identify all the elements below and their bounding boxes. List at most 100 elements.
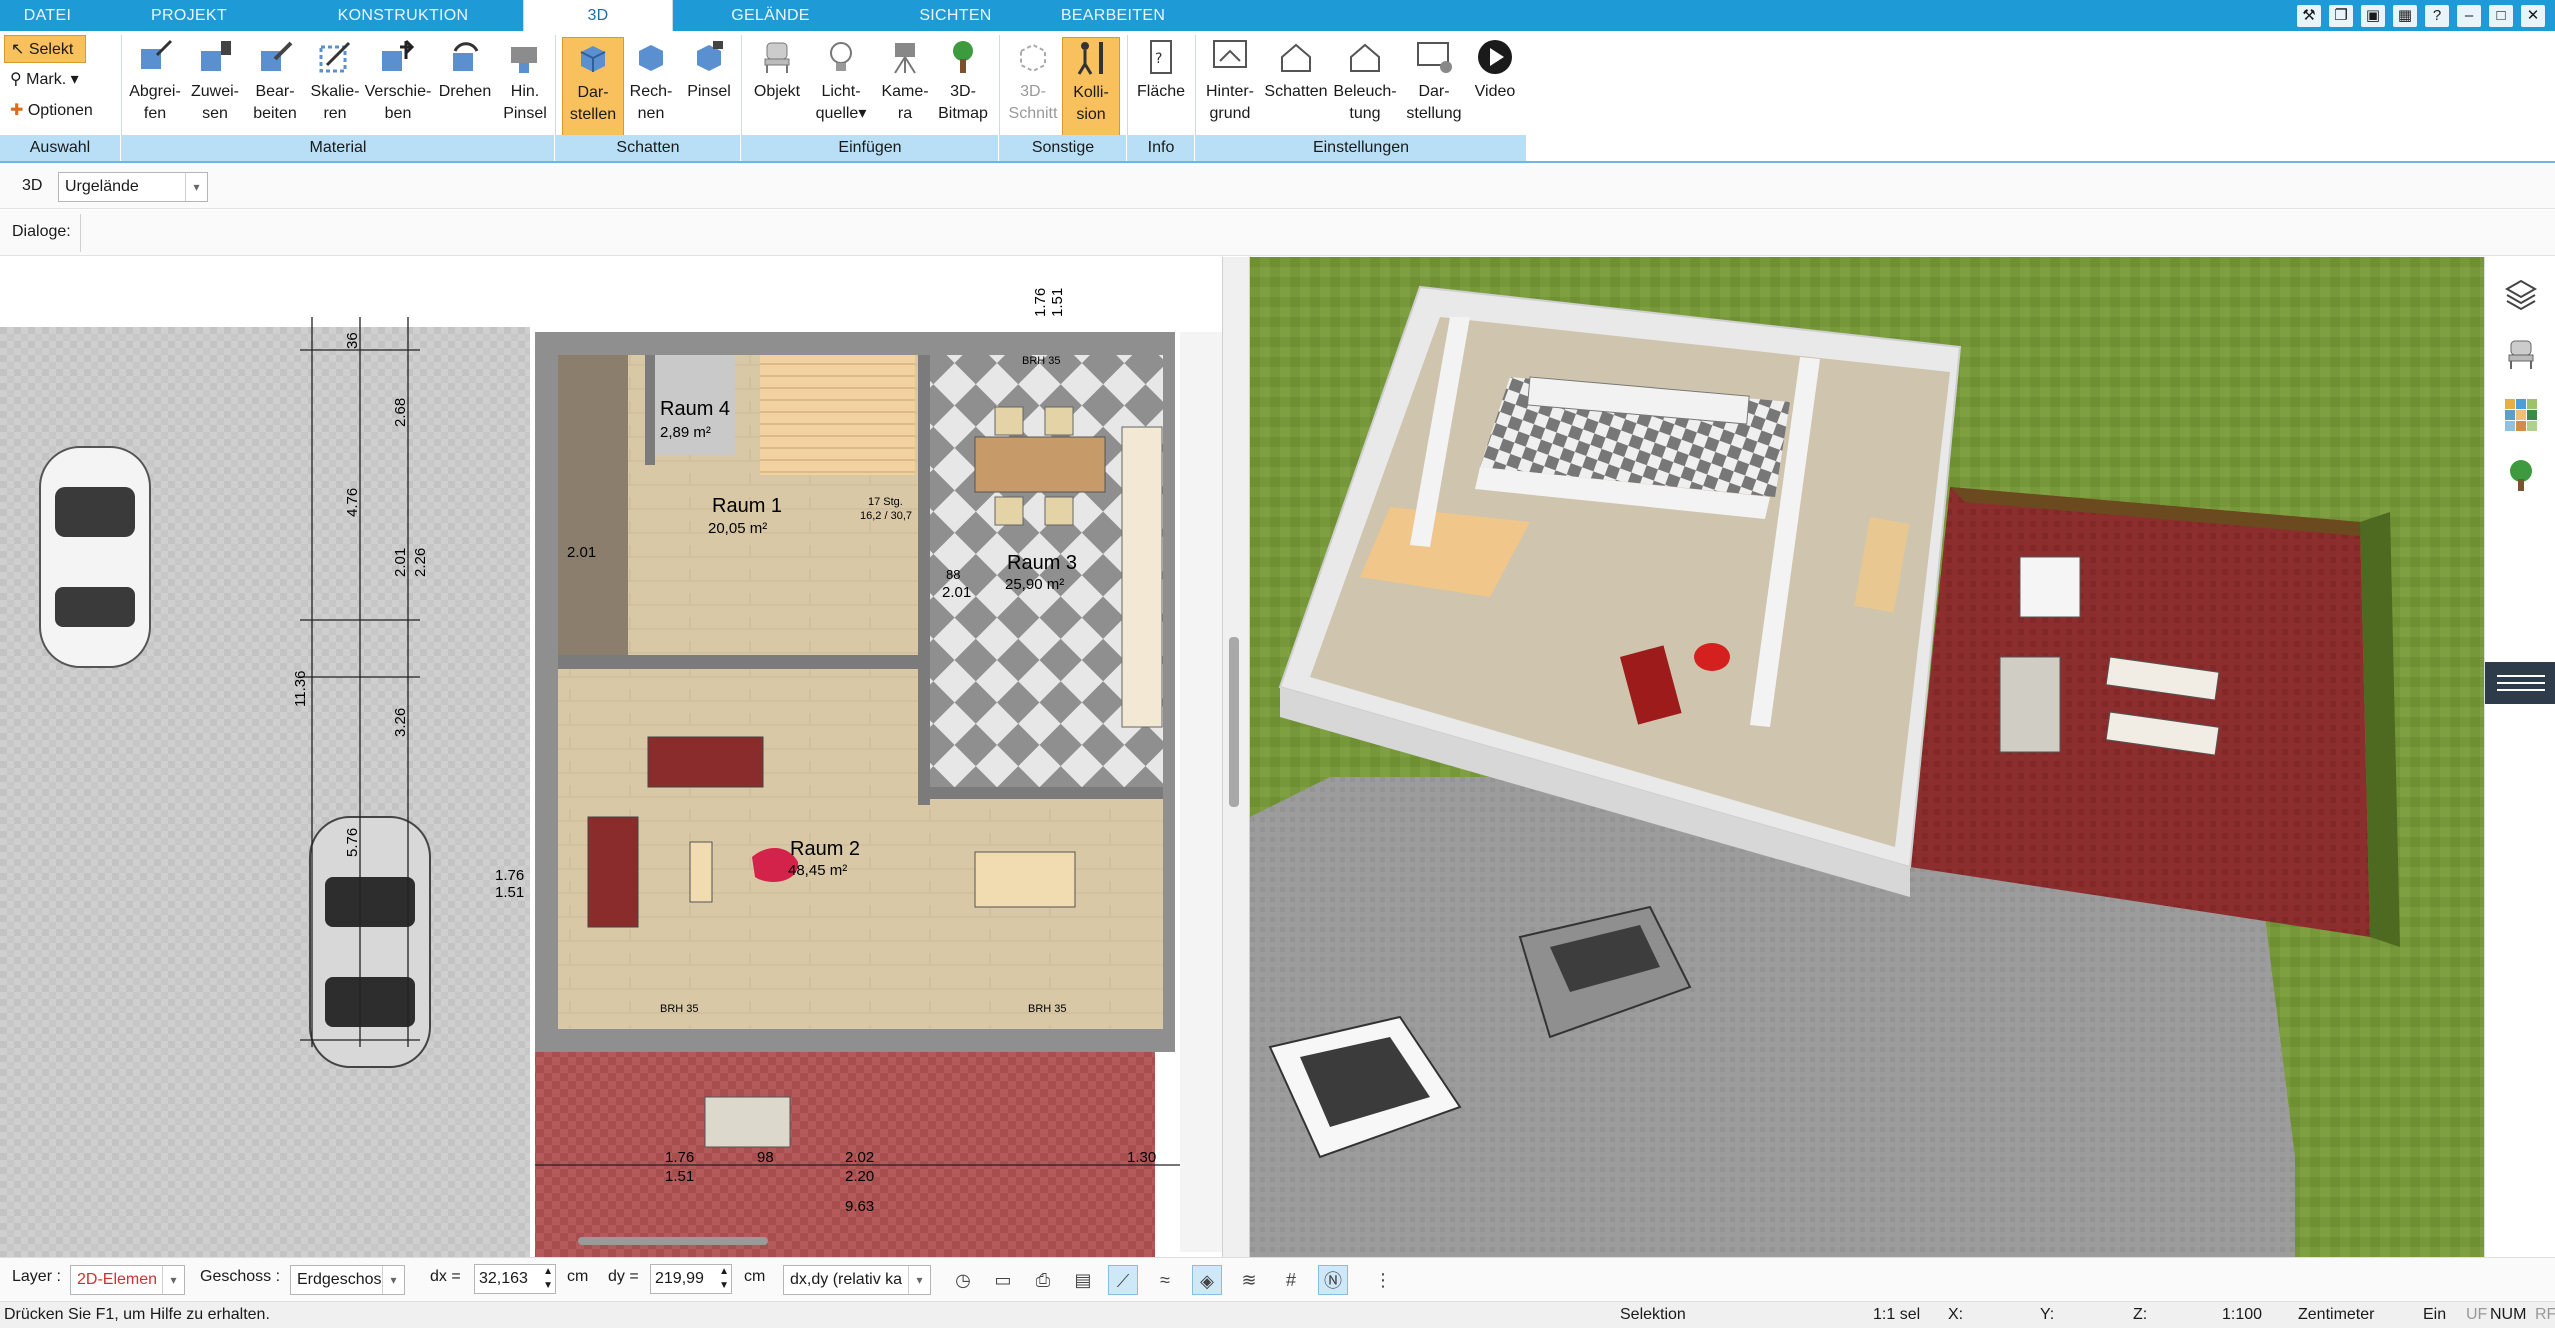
material-palette-icon[interactable]: [2503, 397, 2539, 433]
dining-table[interactable]: [974, 436, 1106, 493]
more-icon[interactable]: ⋮: [1368, 1265, 1398, 1295]
plant-strip: [1180, 332, 1222, 1252]
lighting-button[interactable]: Beleuch-tung: [1330, 37, 1400, 141]
restore-icon[interactable]: ▣: [2361, 4, 2385, 27]
copy-icon[interactable]: ❐: [2329, 4, 2353, 27]
tab-projekt[interactable]: PROJEKT: [95, 0, 283, 31]
pencil-icon: [261, 41, 293, 71]
tab-datei[interactable]: DATEI: [0, 0, 95, 31]
button-label: Licht-: [821, 83, 861, 100]
car-white[interactable]: [39, 446, 151, 668]
layer-3d-icon[interactable]: ◈: [1192, 1265, 1222, 1295]
3d-section-button[interactable]: 3D- Schnitt: [1002, 37, 1064, 141]
coordinate-mode-select[interactable]: dx,dy (relativ ka ▾: [783, 1265, 931, 1295]
edit-material-button[interactable]: Bear-beiten: [244, 37, 306, 141]
move-material-button[interactable]: Verschie-ben: [364, 37, 432, 141]
help-hint: Drücken Sie F1, um Hilfe zu erhalten.: [4, 1306, 270, 1323]
staircase[interactable]: [760, 355, 915, 475]
group-label-einstellungen: Einstellungen: [1196, 135, 1526, 161]
save-icon[interactable]: ▤: [1068, 1265, 1098, 1295]
insert-camera-button[interactable]: Kame-ra: [874, 37, 936, 141]
assign-material-button[interactable]: Zuwei-sen: [184, 37, 246, 141]
kitchen-counter[interactable]: [1121, 426, 1163, 728]
bean-bag-3d[interactable]: [1694, 643, 1730, 671]
right-dock: [2484, 257, 2555, 1257]
view-mode-label: 3D: [22, 177, 43, 194]
dining-table-2[interactable]: [974, 851, 1076, 908]
dim-label: 2.02: [845, 1149, 874, 1166]
insert-light-button[interactable]: Licht-quelle▾: [810, 37, 872, 141]
display-settings-button[interactable]: Dar-stellung: [1400, 37, 1468, 141]
tab-3d[interactable]: 3D: [523, 0, 673, 31]
help-icon[interactable]: ?: [2425, 4, 2449, 27]
grab-material-button[interactable]: Abgrei-fen: [124, 37, 186, 141]
3d-view[interactable]: [1250, 257, 2484, 1257]
close-icon[interactable]: ✕: [2521, 4, 2545, 27]
ribbon-tab-bar: DATEI PROJEKT KONSTRUKTION 3D GELÄNDE SI…: [0, 0, 2555, 31]
clock-icon[interactable]: ◷: [948, 1265, 978, 1295]
video-button[interactable]: Video: [1466, 37, 1524, 141]
shadow-brush-button[interactable]: Pinsel: [678, 37, 740, 141]
car-gray[interactable]: [309, 816, 431, 1068]
tab-sichten[interactable]: SICHTEN: [868, 0, 1043, 31]
terrace-lounger[interactable]: [704, 1096, 791, 1148]
dim-label: 1.76: [665, 1149, 694, 1166]
armchair[interactable]: [587, 816, 639, 928]
dim-label: 1.51: [665, 1168, 694, 1185]
calculate-shadow-button[interactable]: Rech-nen: [620, 37, 682, 141]
shadow-settings-button[interactable]: Schatten: [1262, 37, 1330, 141]
cube-brush-icon: [697, 41, 723, 71]
brush-icon: [511, 47, 537, 73]
button-label: Abgrei-: [129, 83, 181, 100]
rotate-material-button[interactable]: Drehen: [432, 37, 498, 141]
hint-brush-button[interactable]: Hin. Pinsel: [494, 37, 556, 141]
insert-3d-bitmap-button[interactable]: 3D- Bitmap: [932, 37, 994, 141]
show-shadow-button[interactable]: Dar-stellen: [562, 37, 624, 141]
scale-material-button[interactable]: Skalie-ren: [304, 37, 366, 141]
layer-select[interactable]: 2D-Elemen ▾: [70, 1265, 185, 1295]
patio-table-3d[interactable]: [2019, 556, 2081, 618]
area-info-button[interactable]: ? Fläche: [1130, 37, 1192, 141]
floor-select[interactable]: Erdgeschos ▾: [290, 1265, 405, 1295]
floor-plan-2d-view[interactable]: 36 2.68 4.76 2.01 2.26 11.36 3.26 5.76 1…: [0, 257, 1222, 1257]
wrench-icon[interactable]: ⚒: [2297, 4, 2321, 27]
options-button[interactable]: ✚ Optionen: [4, 97, 104, 125]
dy-input[interactable]: 219,99 ▲ ▼: [650, 1264, 732, 1294]
tab-bearbeiten[interactable]: BEARBEITEN: [1043, 0, 1183, 31]
horizontal-scrollbar[interactable]: [578, 1237, 768, 1245]
screen-icon[interactable]: ▭: [988, 1265, 1018, 1295]
mark-tool-button[interactable]: ⚲ Mark. ▾: [4, 66, 104, 94]
furniture-catalog-icon[interactable]: [2503, 337, 2539, 373]
coffee-table[interactable]: [689, 841, 713, 903]
select-tool-button[interactable]: ↖ Selekt: [4, 35, 86, 63]
collision-button[interactable]: Kolli-sion: [1062, 37, 1120, 141]
print-icon[interactable]: ⎙: [1028, 1265, 1058, 1295]
tab-gelaende[interactable]: GELÄNDE: [673, 0, 868, 31]
layers-icon[interactable]: [2503, 277, 2539, 313]
terrain-icon[interactable]: ≋: [1234, 1265, 1264, 1295]
group-label-auswahl: Auswahl: [0, 135, 120, 161]
view-splitter[interactable]: [1222, 257, 1250, 1257]
dx-input[interactable]: 32,163 ▲ ▼: [474, 1264, 556, 1294]
menu-handle[interactable]: [2485, 662, 2555, 704]
insert-object-button[interactable]: Objekt: [746, 37, 808, 141]
terrain-select[interactable]: Urgelände ▾: [58, 172, 208, 202]
spin-up-down-icon[interactable]: ▲ ▼: [543, 1265, 553, 1293]
sofa[interactable]: [647, 736, 764, 788]
tab-konstruktion[interactable]: KONSTRUKTION: [283, 0, 523, 31]
wave-icon[interactable]: ≈: [1150, 1265, 1180, 1295]
button-label: 3D-: [1020, 83, 1046, 100]
grid-toggle-icon[interactable]: #: [1276, 1265, 1306, 1295]
spin-up-down-icon[interactable]: ▲ ▼: [719, 1265, 729, 1293]
plant-catalog-icon[interactable]: [2503, 457, 2539, 493]
lounger-3d[interactable]: [1999, 656, 2061, 753]
maximize-icon[interactable]: □: [2489, 4, 2513, 27]
grid-icon[interactable]: ▦: [2393, 4, 2417, 27]
background-button[interactable]: Hinter-grund: [1198, 37, 1262, 141]
brh-label: BRH 35: [1028, 1003, 1067, 1015]
minimize-icon[interactable]: –: [2457, 4, 2481, 27]
vertical-scrollbar-thumb[interactable]: [1229, 637, 1239, 807]
plus-icon: ✚: [10, 102, 28, 119]
north-icon[interactable]: Ⓝ: [1318, 1265, 1348, 1295]
snap-icon[interactable]: ⟋: [1108, 1265, 1138, 1295]
